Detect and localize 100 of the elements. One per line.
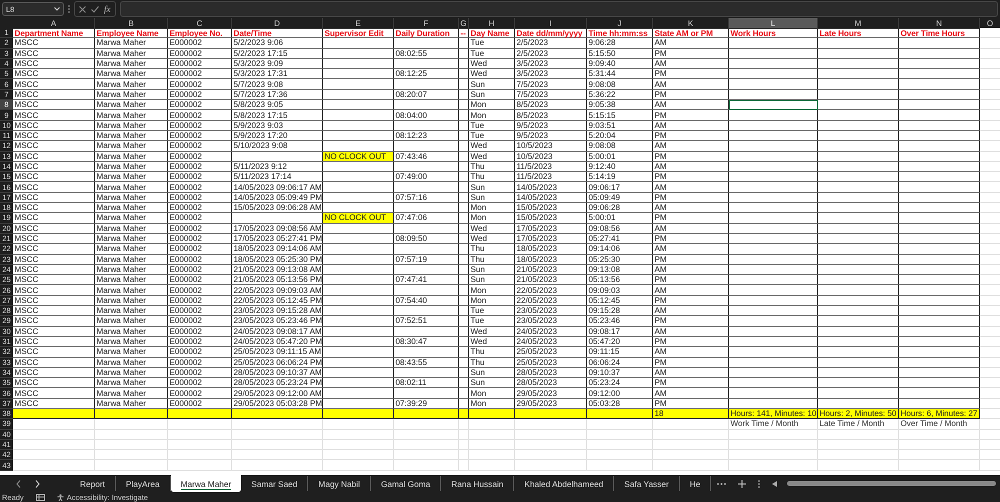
table-cell[interactable]: 05:25:30 [587, 254, 653, 265]
table-cell[interactable]: 08:12:23 [394, 130, 459, 142]
table-cell[interactable]: Thu [469, 172, 515, 182]
table-cell[interactable] [323, 244, 394, 255]
table-cell[interactable]: 23/05/2023 05:23:46 PM [232, 316, 323, 327]
table-cell[interactable] [729, 336, 818, 348]
table-cell[interactable] [323, 58, 394, 70]
table-cell[interactable]: 5/8/2023 9:05 [232, 100, 323, 110]
table-cell[interactable]: AM [653, 347, 729, 358]
table-cell[interactable]: 5/2/2023 17:15 [232, 48, 323, 59]
table-cell[interactable] [818, 58, 899, 70]
table-cell[interactable]: 08:43:55 [394, 358, 459, 368]
table-cell[interactable]: 9:05:38 [587, 100, 653, 110]
table-cell[interactable]: 07:57:16 [394, 192, 459, 204]
table-cell[interactable] [323, 182, 394, 193]
table-cell[interactable] [459, 254, 469, 265]
table-cell[interactable] [818, 275, 899, 286]
table-cell[interactable] [459, 326, 469, 337]
table-cell[interactable] [459, 336, 469, 348]
table-cell[interactable]: E000002 [168, 347, 232, 358]
table-cell[interactable]: 9/5/2023 [515, 130, 587, 142]
table-cell[interactable]: Wed [469, 58, 515, 70]
table-cell[interactable]: MSCC [13, 316, 95, 327]
table-cell[interactable]: 28/05/2023 [515, 368, 587, 378]
table-cell[interactable]: 18 [653, 408, 729, 420]
table-cell[interactable] [459, 358, 469, 368]
table-cell[interactable]: E000002 [168, 172, 232, 182]
table-cell[interactable]: MSCC [13, 38, 95, 49]
table-cell[interactable] [394, 203, 459, 214]
table-cell[interactable] [323, 408, 394, 420]
table-cell[interactable]: Wed [469, 336, 515, 348]
table-cell[interactable] [899, 296, 980, 306]
table-cell[interactable]: Marwa Maher [95, 326, 168, 337]
column-title[interactable]: -- [459, 28, 469, 38]
table-cell[interactable]: Tue [469, 306, 515, 316]
table-cell[interactable]: 23/05/2023 09:15:28 AM [232, 306, 323, 316]
table-cell[interactable]: E000002 [168, 110, 232, 121]
table-cell[interactable] [459, 69, 469, 80]
table-cell[interactable]: E000002 [168, 69, 232, 80]
table-cell[interactable] [729, 203, 818, 214]
table-cell[interactable]: E000002 [168, 306, 232, 316]
table-cell[interactable]: 21/05/2023 [515, 275, 587, 286]
table-cell[interactable]: 29/05/2023 09:12:00 AM [232, 388, 323, 399]
horizontal-scrollbar[interactable] [787, 481, 996, 486]
table-cell[interactable] [459, 378, 469, 388]
table-cell[interactable]: 08:02:11 [394, 378, 459, 388]
table-cell[interactable] [899, 275, 980, 286]
table-cell[interactable]: 5:15:15 [587, 110, 653, 121]
table-cell[interactable]: Sun [469, 275, 515, 286]
sheet-tab[interactable]: Samar Saed [241, 476, 308, 491]
table-cell[interactable] [729, 378, 818, 388]
table-cell[interactable]: Marwa Maher [95, 213, 168, 224]
table-cell[interactable]: PM [653, 48, 729, 59]
column-title[interactable]: Day Name [469, 28, 515, 38]
sheet-tab[interactable]: Magy Nabil [308, 476, 371, 491]
table-cell[interactable]: E000002 [168, 264, 232, 276]
table-cell[interactable] [899, 203, 980, 214]
formula-input[interactable] [120, 1, 998, 17]
column-title[interactable]: Employee No. [168, 28, 232, 38]
table-cell[interactable] [899, 368, 980, 378]
table-cell[interactable]: Mon [469, 213, 515, 224]
table-cell[interactable]: 5:00:01 [587, 152, 653, 162]
table-cell[interactable] [729, 48, 818, 59]
table-cell[interactable]: MSCC [13, 58, 95, 70]
table-cell[interactable]: MSCC [13, 152, 95, 162]
table-cell[interactable] [899, 306, 980, 316]
table-cell[interactable]: Hours: 6, Minutes: 27 [899, 408, 980, 420]
table-cell[interactable]: Tue [469, 48, 515, 59]
table-cell[interactable]: 3/5/2023 [515, 58, 587, 70]
table-cell[interactable]: MSCC [13, 90, 95, 100]
table-cell[interactable]: Marwa Maher [95, 152, 168, 162]
table-cell[interactable]: MSCC [13, 69, 95, 80]
table-cell[interactable] [459, 141, 469, 152]
table-cell[interactable]: Marwa Maher [95, 203, 168, 214]
table-cell[interactable]: 07:47:06 [394, 213, 459, 224]
table-cell[interactable] [899, 336, 980, 348]
table-cell[interactable]: PM [653, 110, 729, 121]
table-cell[interactable] [323, 90, 394, 100]
table-cell[interactable]: AM [653, 224, 729, 234]
table-cell[interactable]: Marwa Maher [95, 69, 168, 80]
table-cell[interactable] [729, 234, 818, 244]
table-cell[interactable]: 21/05/2023 09:13:08 AM [232, 264, 323, 276]
table-cell[interactable]: Marwa Maher [95, 264, 168, 276]
table-cell[interactable] [818, 234, 899, 244]
table-cell[interactable] [459, 100, 469, 110]
table-cell[interactable]: PM [653, 192, 729, 204]
table-cell[interactable] [394, 408, 459, 420]
table-cell[interactable] [459, 306, 469, 316]
table-cell[interactable]: 5/9/2023 9:03 [232, 120, 323, 131]
table-cell[interactable]: 09:13:08 [587, 264, 653, 276]
table-cell[interactable] [459, 234, 469, 244]
table-cell[interactable] [818, 388, 899, 399]
table-cell[interactable] [323, 79, 394, 90]
table-cell[interactable]: Wed [469, 141, 515, 152]
table-cell[interactable]: Wed [469, 326, 515, 337]
table-cell[interactable]: 09:06:17 [587, 182, 653, 193]
column-title[interactable]: Employee Name [95, 28, 168, 38]
more-icon[interactable] [758, 480, 760, 488]
table-cell[interactable]: E000002 [168, 192, 232, 204]
table-cell[interactable]: Sun [469, 368, 515, 378]
